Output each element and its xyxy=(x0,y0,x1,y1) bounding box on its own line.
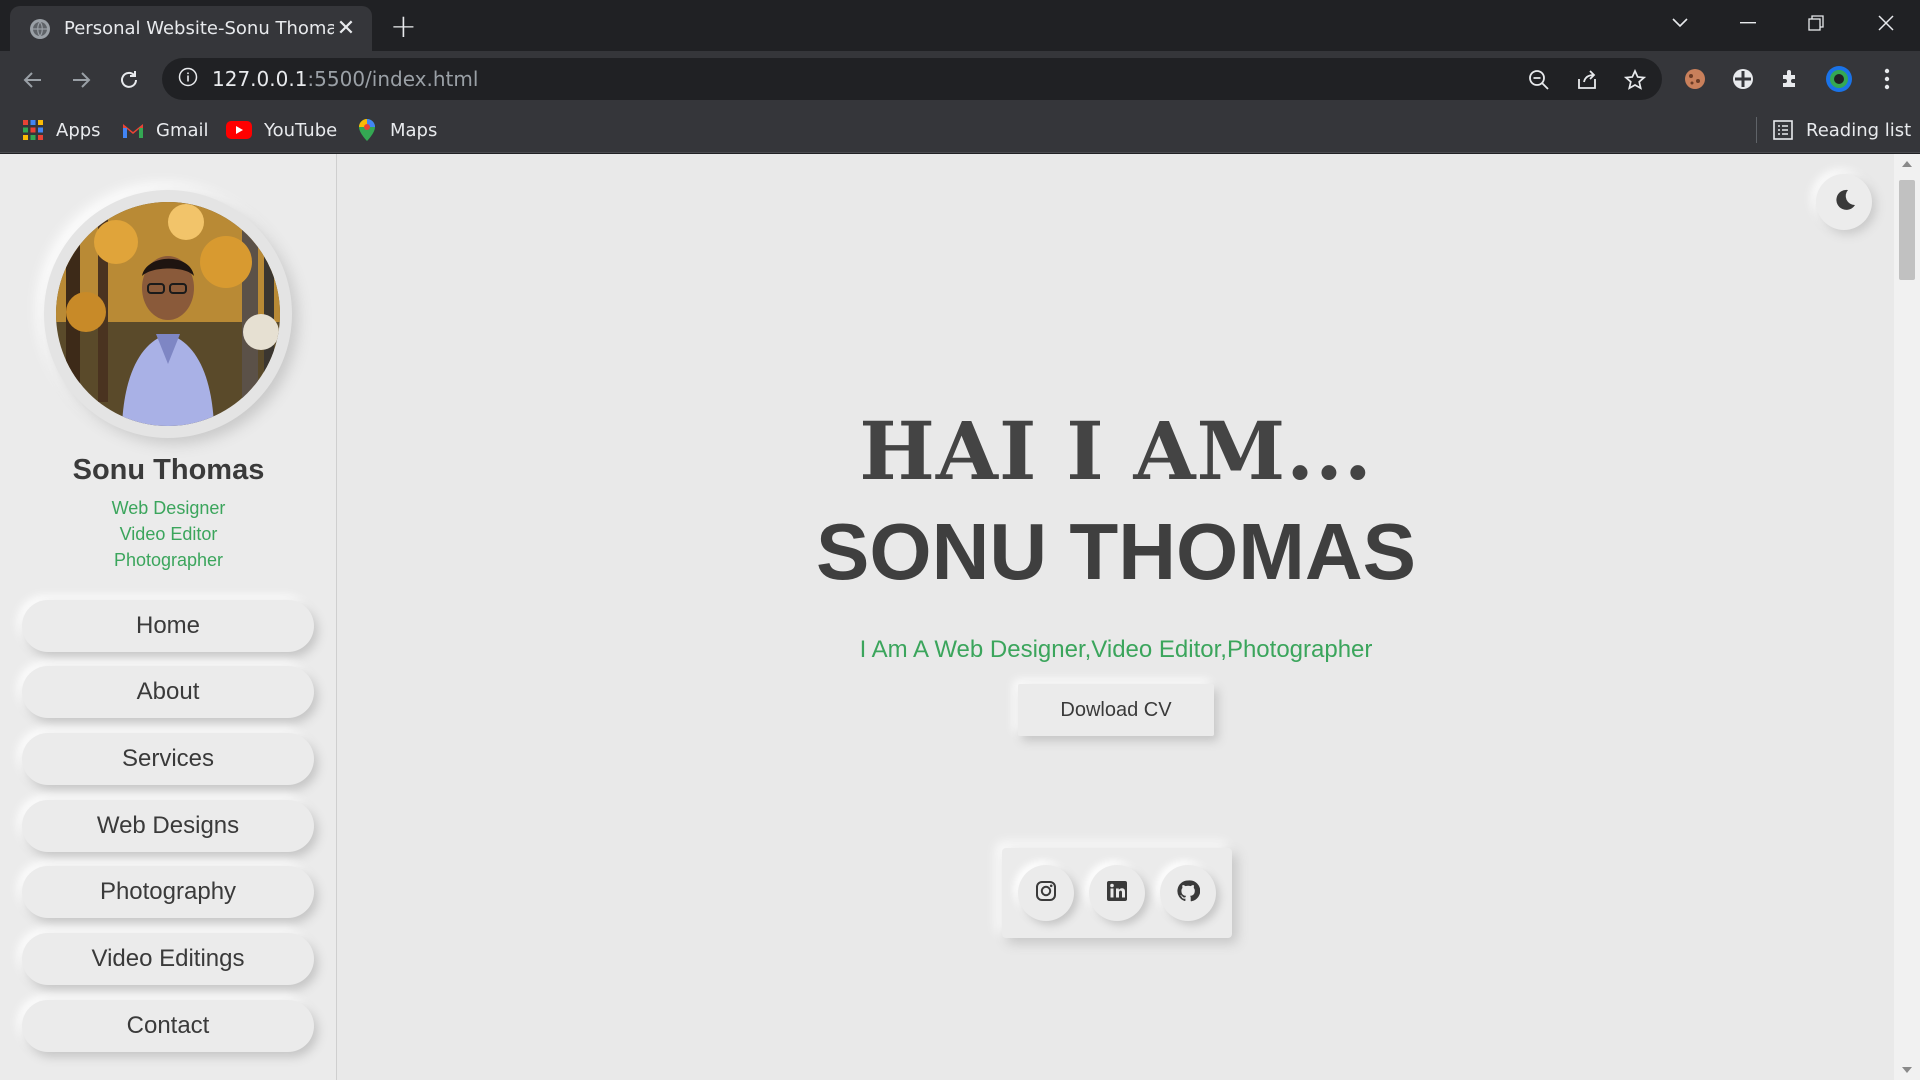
profile-name: Sonu Thomas xyxy=(72,454,265,486)
bookmark-label: Gmail xyxy=(156,119,209,141)
moon-icon xyxy=(1831,187,1857,217)
nav-services[interactable]: Services xyxy=(22,733,314,785)
reading-list-label: Reading list xyxy=(1806,119,1912,141)
role-text: Photographer xyxy=(113,550,224,570)
hero-greeting: HAI I AM... xyxy=(859,404,1373,498)
hero-name: SONU THOMAS xyxy=(816,507,1416,596)
zoom-icon[interactable] xyxy=(1526,67,1552,93)
scroll-up-icon[interactable] xyxy=(1894,154,1920,174)
sidebar: Sonu Thomas Web Designer Video Editor Ph… xyxy=(0,154,337,1080)
bookmark-label: Apps xyxy=(56,119,101,141)
reload-icon[interactable] xyxy=(114,65,144,95)
extensions-puzzle-icon[interactable] xyxy=(1776,64,1806,94)
github-icon xyxy=(1176,879,1201,907)
nav-contact[interactable]: Contact xyxy=(22,1000,314,1052)
bookmark-label: Maps xyxy=(390,119,438,141)
maps-pin-icon xyxy=(356,119,378,141)
bookmarks-bar: Apps Gmail YouTube Maps Reading list xyxy=(0,107,1920,153)
bookmark-label: YouTube xyxy=(264,119,338,141)
hero-subtitle: I Am A Web Designer,Video Editor,Photogr… xyxy=(859,636,1373,663)
reading-list-icon xyxy=(1772,119,1794,141)
reading-list-button[interactable]: Reading list xyxy=(1772,117,1911,143)
tab-title: Personal Website-Sonu Thomas xyxy=(64,18,334,39)
tab-strip: Personal Website-Sonu Thomas ✕ + xyxy=(0,0,1920,51)
new-tab-icon[interactable]: + xyxy=(390,10,417,42)
youtube-icon xyxy=(226,119,252,141)
nav-web-designs[interactable]: Web Designs xyxy=(22,800,314,852)
bookmark-apps[interactable]: Apps xyxy=(22,117,101,143)
bookmark-youtube[interactable]: YouTube xyxy=(226,117,337,143)
profile-avatar-icon[interactable] xyxy=(1824,64,1854,94)
gmail-icon xyxy=(122,119,144,141)
web-page: Sonu Thomas Web Designer Video Editor Ph… xyxy=(0,154,1920,1080)
address-bar[interactable]: 127.0.0.1:5500/index.html xyxy=(162,58,1662,100)
bookmark-maps[interactable]: Maps xyxy=(356,117,437,143)
cookie-extension-icon[interactable] xyxy=(1680,64,1710,94)
url-text: 127.0.0.1:5500/index.html xyxy=(212,67,478,91)
nav-video-editings[interactable]: Video Editings xyxy=(22,933,314,985)
scroll-down-icon[interactable] xyxy=(1894,1060,1920,1080)
apps-grid-icon xyxy=(22,119,44,141)
close-window-icon[interactable] xyxy=(1866,8,1906,38)
download-cv-button[interactable]: Dowload CV xyxy=(1018,684,1214,736)
instagram-link[interactable] xyxy=(1018,865,1074,921)
forward-icon[interactable] xyxy=(66,65,96,95)
instagram-icon xyxy=(1035,880,1057,906)
nav-about[interactable]: About xyxy=(22,666,314,718)
url-host: 127.0.0.1 xyxy=(212,67,308,91)
menu-kebab-icon[interactable] xyxy=(1872,64,1902,94)
page-scrollbar[interactable] xyxy=(1894,154,1920,1080)
role-text: Web Designer xyxy=(111,498,226,518)
globe-icon xyxy=(30,18,50,39)
browser-toolbar: 127.0.0.1:5500/index.html xyxy=(0,51,1920,107)
linkedin-icon xyxy=(1106,880,1128,906)
back-icon[interactable] xyxy=(18,65,48,95)
site-info-icon[interactable] xyxy=(178,67,198,91)
browser-tab[interactable]: Personal Website-Sonu Thomas ✕ xyxy=(10,6,372,51)
url-path: :5500/index.html xyxy=(307,67,479,91)
nav-home[interactable]: Home xyxy=(22,600,314,652)
close-tab-icon[interactable]: ✕ xyxy=(334,16,358,41)
theme-toggle-button[interactable] xyxy=(1816,174,1872,230)
bookmark-divider xyxy=(1756,117,1757,143)
main-content: HAI I AM... SONU THOMAS I Am A Web Desig… xyxy=(338,154,1894,1080)
github-link[interactable] xyxy=(1160,865,1216,921)
avatar xyxy=(56,202,280,426)
scrollbar-thumb[interactable] xyxy=(1899,180,1915,280)
extension-globe-icon[interactable] xyxy=(1728,64,1758,94)
tab-search-icon[interactable] xyxy=(1660,8,1700,38)
bookmark-star-icon[interactable] xyxy=(1622,67,1648,93)
restore-icon[interactable] xyxy=(1796,8,1836,38)
nav-photography[interactable]: Photography xyxy=(22,866,314,918)
bookmark-gmail[interactable]: Gmail xyxy=(122,117,209,143)
share-icon[interactable] xyxy=(1574,67,1600,93)
avatar-ring xyxy=(44,190,292,438)
role-text: Video Editor xyxy=(119,524,218,544)
linkedin-link[interactable] xyxy=(1089,865,1145,921)
minimize-icon[interactable] xyxy=(1728,8,1768,38)
social-links xyxy=(1002,848,1232,938)
